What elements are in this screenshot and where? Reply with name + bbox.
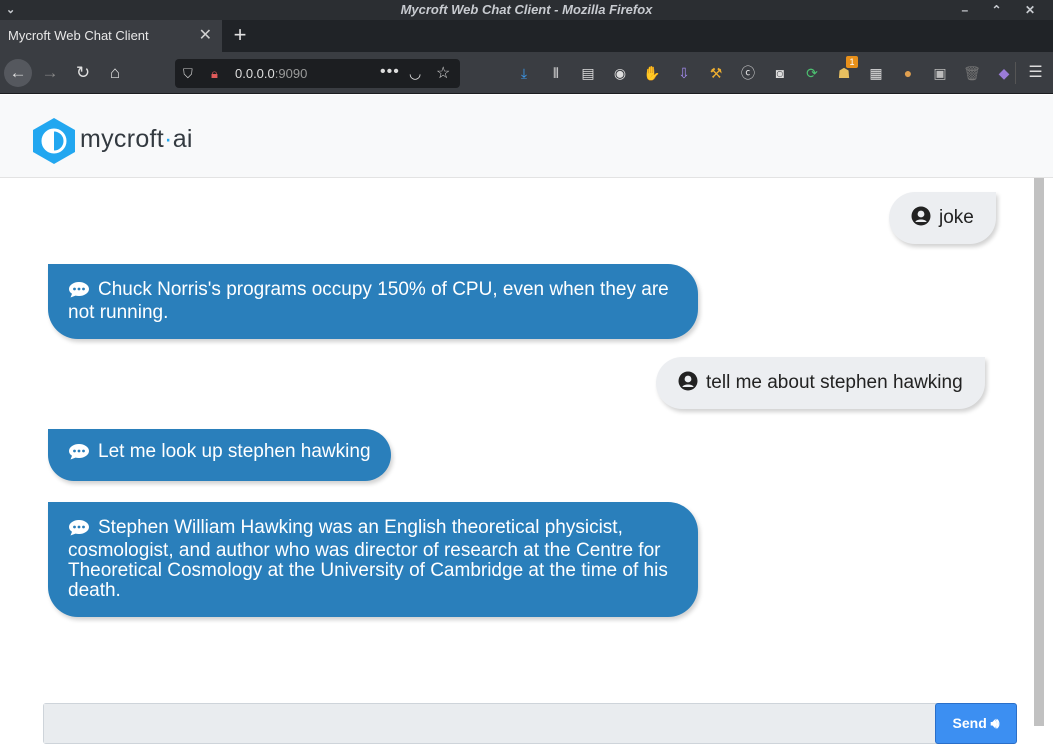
- chat-bubble-icon: [68, 443, 90, 465]
- user-message: joke: [889, 192, 996, 244]
- broom-icon[interactable]: ⚒: [700, 62, 732, 84]
- speaker-icon: 🔊︎: [990, 715, 1000, 731]
- reader-icon[interactable]: ▦: [860, 62, 892, 84]
- url-text[interactable]: 0.0.0.0:9090: [235, 59, 307, 88]
- chat-bubble-icon: [68, 519, 90, 541]
- scrollbar-thumb[interactable]: [1034, 178, 1044, 726]
- chat-bubble-icon: [68, 281, 90, 303]
- sync-icon[interactable]: ⟳: [796, 62, 828, 84]
- mycroft-logo-icon: [33, 118, 75, 164]
- user-avatar-icon: [678, 360, 698, 412]
- tab-strip: Mycroft Web Chat Client ✕ +: [0, 20, 1053, 52]
- new-tab-icon[interactable]: +: [228, 20, 252, 52]
- tab-close-icon[interactable]: ✕: [199, 20, 212, 52]
- cookie-icon[interactable]: ●: [892, 62, 924, 84]
- glasses-icon[interactable]: ◙: [764, 62, 796, 84]
- url-bar[interactable]: ⛉ 🔒︎ 0.0.0.0:9090 ••• ◡ ☆: [175, 59, 460, 88]
- extension-icon[interactable]: ✋: [636, 62, 668, 84]
- reload-icon[interactable]: ↻: [69, 59, 97, 87]
- forward-arrow-icon[interactable]: →: [36, 59, 64, 87]
- insecure-lock-icon[interactable]: 🔒︎: [211, 59, 218, 88]
- download-icon[interactable]: ⤓: [508, 62, 540, 84]
- site-header: mycroft·ai: [0, 95, 1053, 178]
- pocket-icon[interactable]: ◡: [409, 59, 421, 88]
- trash-icon[interactable]: 🗑︎: [956, 62, 988, 84]
- circle-c-icon[interactable]: ⓒ: [732, 62, 764, 84]
- sidebar-icon[interactable]: ▤: [572, 62, 604, 84]
- download-arrow-icon[interactable]: ⇩: [668, 62, 700, 84]
- bot-message: Stephen William Hawking was an English t…: [48, 502, 698, 617]
- hamburger-menu-icon[interactable]: ☰: [1015, 62, 1047, 84]
- notification-badge: 1: [846, 56, 858, 68]
- user-avatar-icon: [911, 195, 931, 247]
- library-icon[interactable]: ⫴: [540, 62, 572, 84]
- back-arrow-icon[interactable]: ←: [4, 59, 32, 87]
- chat-input[interactable]: [44, 704, 935, 743]
- composer: Send 🔊︎: [43, 703, 1017, 744]
- account-icon[interactable]: ◉: [604, 62, 636, 84]
- bookmark-star-icon[interactable]: ☆: [436, 59, 450, 88]
- brand-wordmark: mycroft·ai: [80, 125, 193, 153]
- user-message: tell me about stephen hawking: [656, 357, 985, 409]
- extension-icons: ⤓ ⫴ ▤ ◉ ✋ ⇩ ⚒ ⓒ ◙ ⟳ ☗ 1 ▦ ● ▣ 🗑︎ ◆: [508, 56, 1020, 84]
- message-text: joke: [939, 207, 974, 228]
- tab-label: Mycroft Web Chat Client: [8, 28, 149, 43]
- page-actions-icon[interactable]: •••: [380, 57, 400, 86]
- tab-mycroft-chat[interactable]: Mycroft Web Chat Client ✕: [0, 20, 222, 52]
- message-text: Chuck Norris's programs occupy 150% of C…: [68, 279, 669, 323]
- message-text: Stephen William Hawking was an English t…: [68, 517, 668, 601]
- window-menu-chevron-icon[interactable]: ⌄: [6, 0, 15, 20]
- message-text: Let me look up stephen hawking: [98, 441, 371, 462]
- window-title: Mycroft Web Chat Client - Mozilla Firefo…: [400, 2, 653, 17]
- bot-message: Chuck Norris's programs occupy 150% of C…: [48, 264, 698, 339]
- bot-message: Let me look up stephen hawking: [48, 429, 391, 481]
- message-text: tell me about stephen hawking: [706, 372, 963, 393]
- send-button[interactable]: Send 🔊︎: [935, 703, 1017, 744]
- home-icon[interactable]: ⌂: [101, 59, 129, 87]
- web-page: mycroft·ai joke Chuck Norris's programs …: [0, 95, 1053, 755]
- hat-icon[interactable]: ☗ 1: [828, 56, 860, 84]
- tracking-shield-icon[interactable]: ⛉: [183, 59, 193, 88]
- lastfm-icon[interactable]: ▣: [924, 62, 956, 84]
- send-label: Send: [952, 715, 987, 731]
- window-controls[interactable]: – ⌃ ✕: [962, 0, 1045, 20]
- window-titlebar: ⌄ Mycroft Web Chat Client - Mozilla Fire…: [0, 0, 1053, 20]
- nav-toolbar: ← → ↻ ⌂ ⛉ 🔒︎ 0.0.0.0:9090 ••• ◡ ☆ ⤓ ⫴ ▤ …: [0, 52, 1053, 94]
